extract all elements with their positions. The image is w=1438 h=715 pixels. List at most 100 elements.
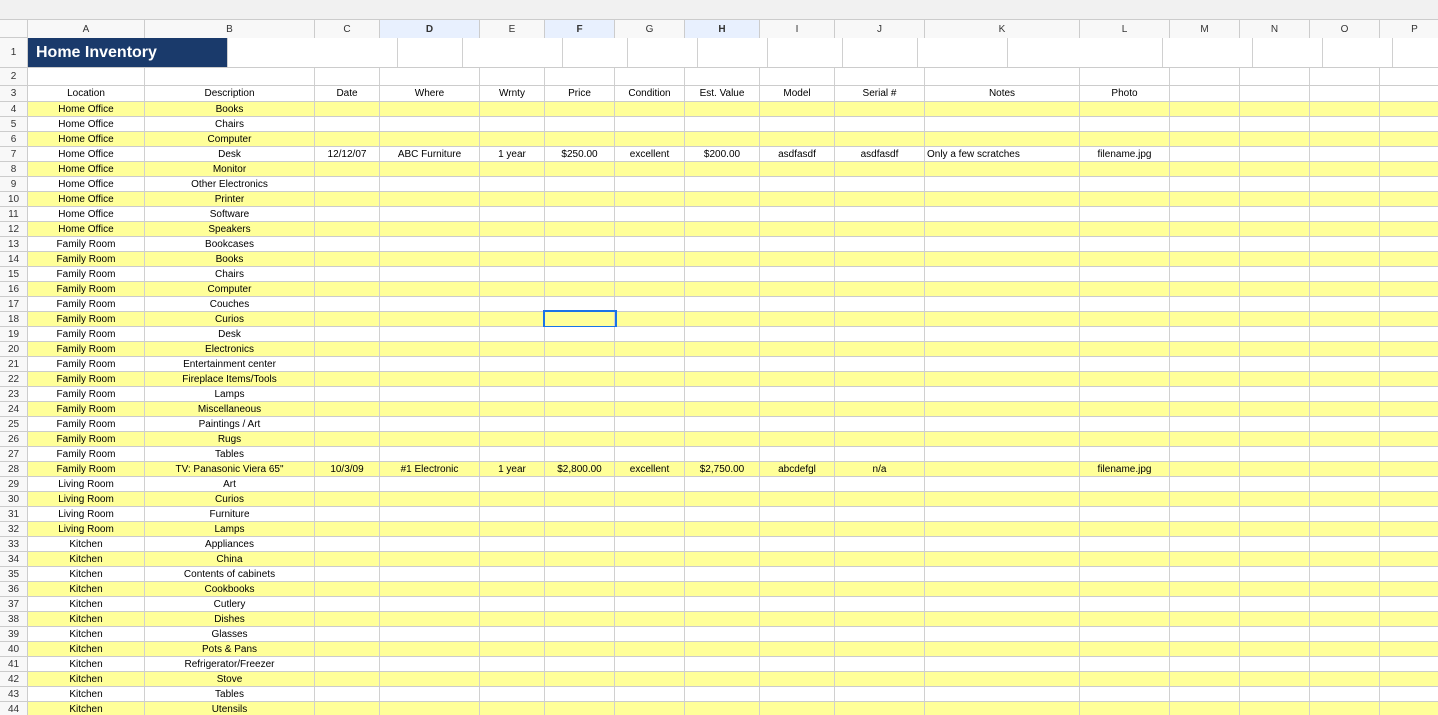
cell[interactable]: [1323, 38, 1393, 67]
cell[interactable]: [1170, 702, 1240, 715]
cell[interactable]: [835, 222, 925, 236]
cell[interactable]: [545, 282, 615, 296]
cell[interactable]: [1240, 237, 1310, 251]
cell[interactable]: [1240, 447, 1310, 461]
cell[interactable]: [925, 447, 1080, 461]
cell[interactable]: [315, 192, 380, 206]
cell[interactable]: [1253, 38, 1323, 67]
cell[interactable]: Miscellaneous: [145, 402, 315, 416]
cell[interactable]: [380, 282, 480, 296]
cell[interactable]: [1240, 627, 1310, 641]
cell[interactable]: [1163, 38, 1253, 67]
cell[interactable]: [925, 627, 1080, 641]
cell[interactable]: [835, 657, 925, 671]
cell[interactable]: [380, 177, 480, 191]
cell[interactable]: [1170, 477, 1240, 491]
cell[interactable]: [925, 282, 1080, 296]
cell[interactable]: [925, 492, 1080, 506]
cell[interactable]: [628, 38, 698, 67]
col-header-g[interactable]: G: [615, 20, 685, 38]
cell[interactable]: [1080, 582, 1170, 596]
cell[interactable]: Refrigerator/Freezer: [145, 657, 315, 671]
cell[interactable]: [1080, 522, 1170, 536]
cell[interactable]: [835, 627, 925, 641]
cell[interactable]: [685, 522, 760, 536]
cell[interactable]: [1170, 162, 1240, 176]
cell[interactable]: [615, 207, 685, 221]
cell[interactable]: [315, 402, 380, 416]
cell[interactable]: [1240, 687, 1310, 701]
cell[interactable]: [835, 522, 925, 536]
cell[interactable]: [1240, 552, 1310, 566]
cell[interactable]: [315, 612, 380, 626]
header-cell[interactable]: Photo: [1080, 86, 1170, 101]
cell[interactable]: [925, 657, 1080, 671]
cell[interactable]: [545, 582, 615, 596]
cell[interactable]: [685, 687, 760, 701]
cell[interactable]: [760, 192, 835, 206]
cell[interactable]: $2,750.00: [685, 462, 760, 476]
cell[interactable]: [1310, 552, 1380, 566]
cell[interactable]: [1170, 147, 1240, 161]
cell[interactable]: [1080, 687, 1170, 701]
cell[interactable]: Kitchen: [28, 552, 145, 566]
cell[interactable]: [925, 237, 1080, 251]
cell[interactable]: [1240, 177, 1310, 191]
cell[interactable]: [1170, 447, 1240, 461]
cell[interactable]: [1380, 237, 1438, 251]
cell[interactable]: [685, 507, 760, 521]
cell[interactable]: [1310, 447, 1380, 461]
cell[interactable]: [545, 222, 615, 236]
cell[interactable]: [1380, 102, 1438, 116]
cell[interactable]: [615, 117, 685, 131]
cell[interactable]: [685, 267, 760, 281]
cell[interactable]: [1380, 492, 1438, 506]
cell[interactable]: [685, 252, 760, 266]
cell[interactable]: Family Room: [28, 387, 145, 401]
cell[interactable]: [685, 477, 760, 491]
cell[interactable]: [1080, 237, 1170, 251]
cell[interactable]: Family Room: [28, 372, 145, 386]
cell[interactable]: [1170, 432, 1240, 446]
cell[interactable]: [1240, 117, 1310, 131]
cell[interactable]: [685, 372, 760, 386]
cell[interactable]: [1170, 567, 1240, 581]
cell[interactable]: Family Room: [28, 462, 145, 476]
cell[interactable]: filename.jpg: [1080, 147, 1170, 161]
cell[interactable]: [1310, 192, 1380, 206]
cell[interactable]: [545, 612, 615, 626]
cell[interactable]: [925, 552, 1080, 566]
cell[interactable]: [615, 162, 685, 176]
cell[interactable]: [760, 207, 835, 221]
cell[interactable]: Family Room: [28, 402, 145, 416]
cell[interactable]: $200.00: [685, 147, 760, 161]
cell[interactable]: [1380, 462, 1438, 476]
cell[interactable]: [480, 402, 545, 416]
cell[interactable]: [545, 432, 615, 446]
cell[interactable]: Family Room: [28, 267, 145, 281]
cell[interactable]: [925, 192, 1080, 206]
cell[interactable]: [545, 162, 615, 176]
cell[interactable]: [380, 237, 480, 251]
cell[interactable]: [1170, 657, 1240, 671]
cell[interactable]: [685, 402, 760, 416]
cell[interactable]: [1080, 177, 1170, 191]
cell[interactable]: [1380, 68, 1438, 85]
cell[interactable]: 1 year: [480, 462, 545, 476]
cell[interactable]: [760, 567, 835, 581]
cell[interactable]: [760, 507, 835, 521]
cell[interactable]: [1170, 267, 1240, 281]
cell[interactable]: [1240, 222, 1310, 236]
cell[interactable]: [1380, 597, 1438, 611]
cell[interactable]: [685, 237, 760, 251]
cell[interactable]: [835, 342, 925, 356]
cell[interactable]: [615, 192, 685, 206]
cell[interactable]: [315, 627, 380, 641]
cell[interactable]: [545, 552, 615, 566]
cell[interactable]: [615, 357, 685, 371]
header-cell[interactable]: [1240, 86, 1310, 101]
cell[interactable]: [380, 447, 480, 461]
cell[interactable]: Kitchen: [28, 612, 145, 626]
cell[interactable]: Living Room: [28, 522, 145, 536]
cell[interactable]: [545, 117, 615, 131]
